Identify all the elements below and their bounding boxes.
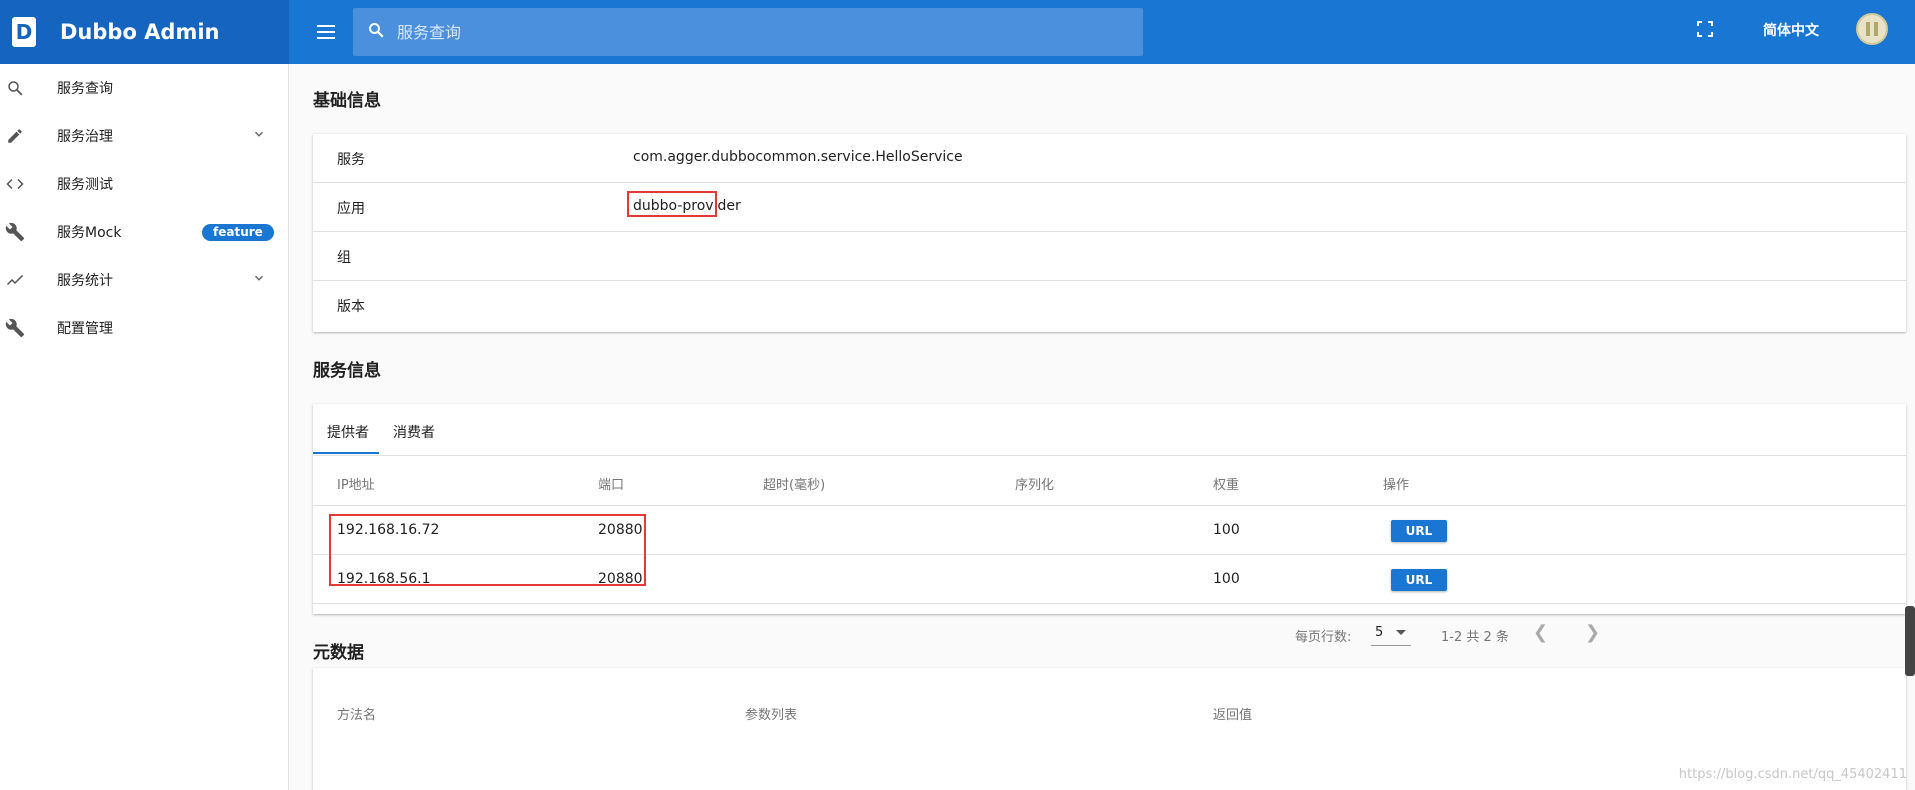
url-button[interactable]: URL xyxy=(1391,520,1447,542)
feature-badge: feature xyxy=(202,223,274,241)
column-header[interactable]: 参数列表 xyxy=(745,704,797,723)
menu-icon[interactable] xyxy=(301,24,353,40)
url-button[interactable]: URL xyxy=(1391,569,1447,591)
avatar[interactable] xyxy=(1856,13,1888,45)
column-header[interactable]: 序列化 xyxy=(1015,474,1054,493)
code-icon xyxy=(0,175,30,193)
search-input[interactable] xyxy=(395,21,1095,43)
rows-per-page-select[interactable]: 5 xyxy=(1371,620,1411,646)
sidebar-item-service-search[interactable]: 服务查询 xyxy=(0,64,288,112)
chevron-right-icon[interactable]: ❯ xyxy=(1585,622,1600,643)
info-row-group: 组 xyxy=(313,232,1906,281)
app: D Dubbo Admin 服务查询 服务治理 服务测试 服务Mock feat… xyxy=(0,0,1915,790)
dubbo-logo: D xyxy=(12,17,36,47)
sidebar-item-label: 服务Mock xyxy=(57,225,122,241)
watermark: https://blog.csdn.net/qq_45402411 xyxy=(1678,767,1907,782)
sidebar-item-label: 服务统计 xyxy=(57,273,113,289)
column-header[interactable]: 端口 xyxy=(598,474,624,493)
sidebar-item-service-test[interactable]: 服务测试 xyxy=(0,160,288,208)
metadata-card: 方法名 参数列表 返回值 xyxy=(313,668,1906,790)
cell-weight: 100 xyxy=(1213,522,1240,538)
info-row-service: 服务 com.agger.dubbocommon.service.HelloSe… xyxy=(313,134,1906,183)
tab-bar: 提供者 消费者 xyxy=(313,404,1906,456)
dropdown-arrow-icon xyxy=(1396,630,1406,635)
pencil-icon xyxy=(0,127,30,145)
info-row-application: 应用 dubbo-provider xyxy=(313,183,1906,232)
service-info-card: 提供者 消费者 IP地址 端口 超时(毫秒) 序列化 权重 操作 192.168… xyxy=(313,404,1906,646)
tab-consumers[interactable]: 消费者 xyxy=(393,422,435,442)
search-box[interactable] xyxy=(353,8,1143,56)
chevron-down-icon xyxy=(252,127,266,145)
chevron-down-icon xyxy=(252,271,266,289)
metadata-table-header: 方法名 参数列表 返回值 xyxy=(313,668,1906,738)
info-row-version: 版本 xyxy=(313,281,1906,330)
basic-info-title: 基础信息 xyxy=(313,91,381,111)
info-key: 版本 xyxy=(337,299,365,315)
tab-indicator xyxy=(313,452,379,454)
table-header: IP地址 端口 超时(毫秒) 序列化 权重 操作 xyxy=(313,456,1906,506)
info-value: com.agger.dubbocommon.service.HelloServi… xyxy=(633,149,963,165)
brand-header: D Dubbo Admin xyxy=(0,0,289,64)
cell-weight: 100 xyxy=(1213,571,1240,587)
sidebar-item-config[interactable]: 配置管理 xyxy=(0,304,288,352)
pagination-range: 1-2 共 2 条 xyxy=(1441,630,1509,645)
language-switch[interactable]: 简体中文 xyxy=(1763,18,1833,44)
column-header[interactable]: 方法名 xyxy=(337,704,376,723)
service-info-title: 服务信息 xyxy=(313,361,381,381)
column-header[interactable]: 超时(毫秒) xyxy=(763,474,825,493)
metadata-title: 元数据 xyxy=(313,643,364,663)
fullscreen-icon[interactable] xyxy=(1697,21,1713,41)
sidebar-item-label: 服务治理 xyxy=(57,129,113,145)
column-header[interactable]: 返回值 xyxy=(1213,704,1252,723)
column-header[interactable]: 权重 xyxy=(1213,474,1239,493)
main-content: 基础信息 服务 com.agger.dubbocommon.service.He… xyxy=(289,64,1915,790)
column-header[interactable]: IP地址 xyxy=(337,474,375,493)
rows-per-page-value: 5 xyxy=(1375,625,1384,640)
tab-providers[interactable]: 提供者 xyxy=(327,422,369,442)
sidebar: 服务查询 服务治理 服务测试 服务Mock feature 服务统计 配置管理 xyxy=(0,64,289,790)
column-header: 操作 xyxy=(1383,478,1410,493)
sidebar-item-label: 服务测试 xyxy=(57,177,113,193)
search-icon xyxy=(367,21,385,43)
info-key: 服务 xyxy=(337,152,365,168)
info-key: 应用 xyxy=(337,201,365,217)
chevron-left-icon[interactable]: ❮ xyxy=(1533,622,1548,643)
sidebar-item-service-mock[interactable]: 服务Mock feature xyxy=(0,208,288,256)
rows-per-page-label: 每页行数: xyxy=(1295,630,1352,645)
wrench-icon xyxy=(0,318,30,338)
wrench-icon xyxy=(0,222,30,242)
info-key: 组 xyxy=(337,250,351,266)
sidebar-item-label: 服务查询 xyxy=(57,81,113,97)
sidebar-item-service-governance[interactable]: 服务治理 xyxy=(0,112,288,160)
table-footer: 每页行数: 5 1-2 共 2 条 ❮ ❯ xyxy=(313,604,1906,662)
app-title: Dubbo Admin xyxy=(60,20,220,44)
search-icon xyxy=(0,79,30,97)
top-app-bar: 简体中文 xyxy=(289,0,1915,64)
sidebar-item-service-stats[interactable]: 服务统计 xyxy=(0,256,288,304)
chart-icon xyxy=(0,271,30,289)
highlight-box xyxy=(329,514,646,586)
scrollbar-handle[interactable] xyxy=(1905,606,1915,676)
highlight-box xyxy=(627,191,717,217)
sidebar-item-label: 配置管理 xyxy=(57,321,113,337)
basic-info-card: 服务 com.agger.dubbocommon.service.HelloSe… xyxy=(313,134,1906,332)
